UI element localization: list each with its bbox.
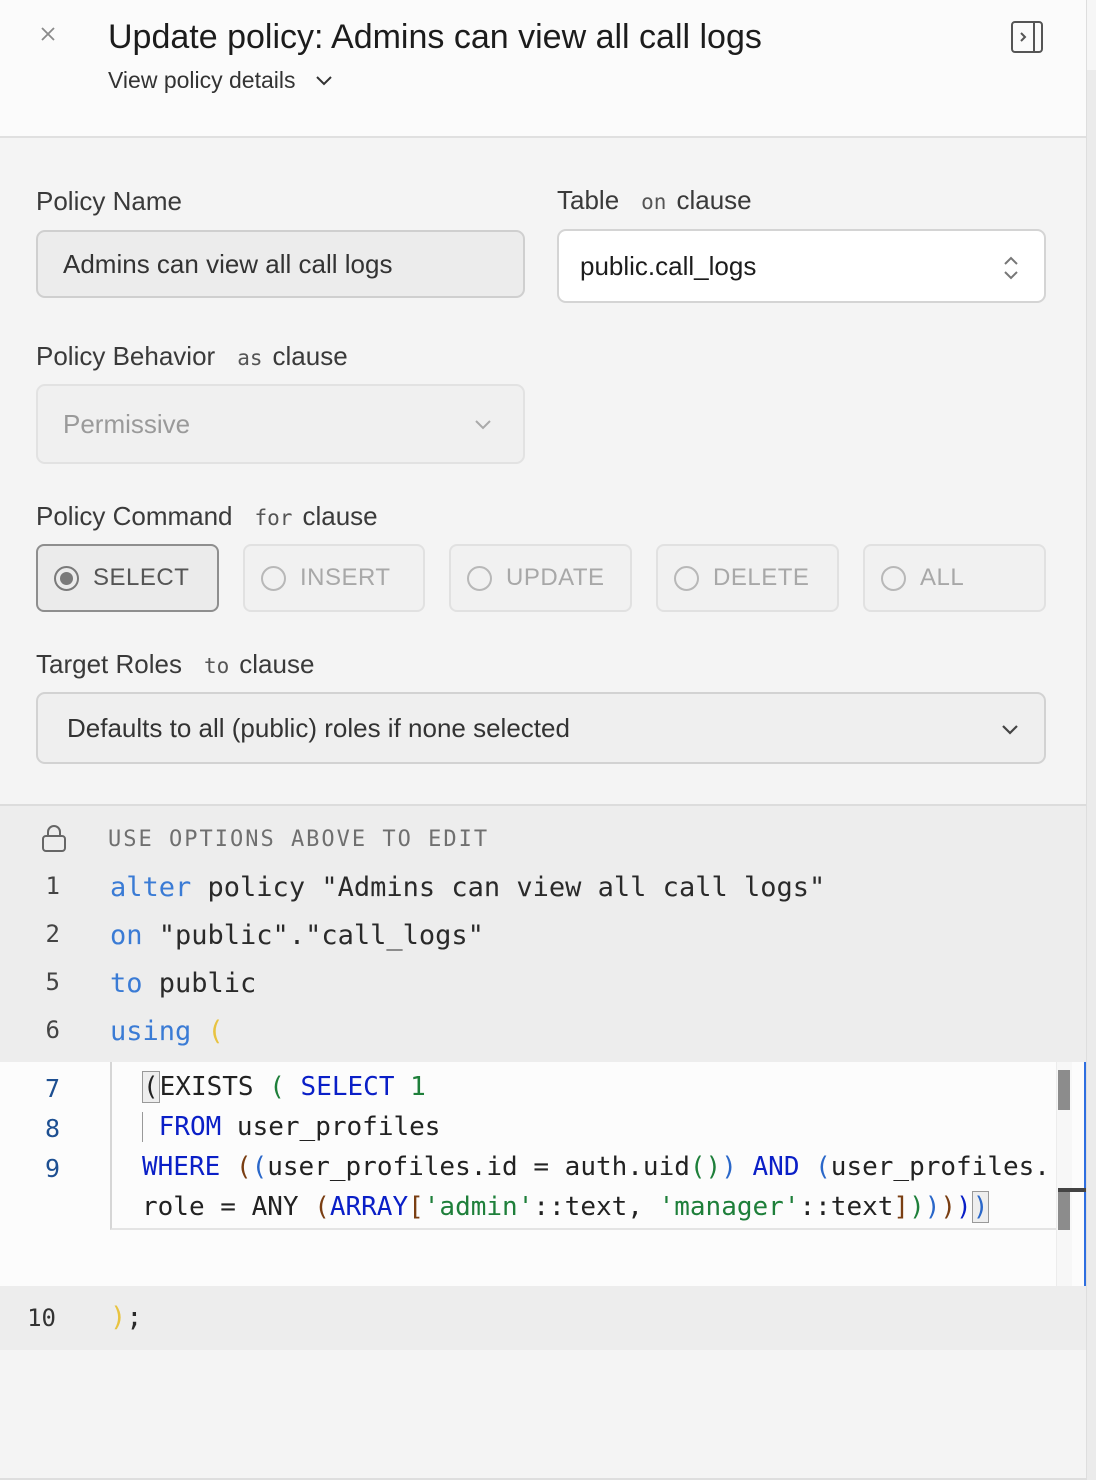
code-line: alter policy "Admins can view all call l… (110, 872, 825, 903)
chevron-down-icon (1002, 725, 1018, 735)
using-expression-editor[interactable]: 7 8 9 (EXISTS ( SELECT 1 FROM user_profi… (0, 1062, 1086, 1286)
code-text: public (142, 968, 257, 999)
command-option-label: DELETE (713, 564, 810, 591)
code-line: using ( (110, 1016, 224, 1047)
command-option-label: INSERT (300, 564, 391, 591)
policy-behavior-value: Permissive (63, 408, 191, 439)
scrollbar[interactable] (1086, 0, 1096, 1480)
panel-toggle-icon[interactable] (1010, 20, 1044, 54)
command-option-update[interactable]: UPDATE (449, 544, 632, 612)
code-text: policy "Admins can view all call logs" (191, 872, 826, 903)
locked-code-section: USE OPTIONS ABOVE TO EDIT 1 alter policy… (0, 804, 1086, 1062)
command-option-label: SELECT (93, 564, 190, 591)
behavior-keyword: as (237, 346, 263, 370)
roles-keyword: to (203, 654, 230, 678)
line-number: 6 (45, 1016, 60, 1044)
policy-behavior-label-text: Policy Behavior (36, 341, 216, 371)
code-keyword: alter (110, 872, 192, 903)
code-line: FROM user_profiles (142, 1112, 440, 1142)
policy-form: Policy Name Admins can view all call log… (0, 140, 1086, 804)
line-number: 5 (45, 968, 60, 996)
policy-name-label-text: Policy Name (36, 186, 182, 216)
editor-scrollbar[interactable] (1056, 1062, 1086, 1286)
footer-spacer (0, 1350, 1086, 1480)
line-number: 8 (44, 1114, 60, 1143)
table-label-text: Table (557, 185, 620, 215)
policy-command-label-text: Policy Command (36, 501, 233, 531)
table-label: Table on clause (557, 185, 752, 216)
line-number: 10 (27, 1304, 56, 1332)
panel-header: Update policy: Admins can view all call … (0, 0, 1086, 138)
lock-icon (42, 825, 66, 852)
table-select[interactable]: public.call_logs (557, 229, 1046, 303)
code-line: role = ANY (ARRAY['admin'::text, 'manage… (142, 1191, 990, 1223)
sql-preview: USE OPTIONS ABOVE TO EDIT 1 alter policy… (0, 804, 1086, 1480)
policy-name-input[interactable]: Admins can view all call logs (36, 230, 525, 298)
code-text: "public"."call_logs" (142, 920, 484, 951)
code-line: ); (110, 1302, 143, 1333)
code-keyword: on (110, 920, 143, 951)
command-option-insert[interactable]: INSERT (243, 544, 425, 612)
radio-icon (261, 565, 286, 591)
page-title: Update policy: Admins can view all call … (108, 18, 762, 56)
behavior-clause: clause (272, 341, 348, 371)
close-icon[interactable] (34, 20, 62, 48)
code-line: WHERE ((user_profiles.id = auth.uid()) A… (142, 1152, 1050, 1182)
policy-behavior-label: Policy Behavior as clause (36, 341, 348, 372)
target-roles-label: Target Roles to clause (36, 649, 314, 680)
command-clause: clause (302, 501, 378, 531)
command-keyword: for (254, 506, 293, 530)
line-number: 2 (45, 920, 60, 948)
code-text: ( (191, 1016, 224, 1047)
target-roles-label-text: Target Roles (36, 649, 182, 679)
line-number: 7 (44, 1074, 60, 1103)
policy-command-label: Policy Command for clause (36, 501, 378, 532)
code-line: to public (110, 968, 256, 999)
code-keyword: to (110, 968, 143, 999)
policy-name-value: Admins can view all call logs (63, 248, 393, 279)
target-roles-placeholder: Defaults to all (public) roles if none s… (67, 712, 570, 743)
view-policy-details-label: View policy details (108, 67, 296, 93)
radio-icon (467, 565, 492, 591)
view-policy-details-toggle[interactable]: View policy details (108, 67, 334, 94)
table-keyword: on (641, 190, 667, 214)
command-option-label: ALL (920, 564, 965, 591)
table-clause: clause (676, 185, 752, 215)
radio-icon (674, 565, 699, 591)
line-number: 9 (44, 1154, 60, 1183)
policy-behavior-select[interactable]: Permissive (36, 384, 525, 464)
radio-selected-icon (54, 565, 79, 591)
roles-clause: clause (239, 649, 315, 679)
code-keyword: using (110, 1016, 192, 1047)
chevron-up-down-icon (1004, 256, 1018, 280)
code-editor-content[interactable]: (EXISTS ( SELECT 1 FROM user_profiles WH… (110, 1062, 1056, 1230)
target-roles-select[interactable]: Defaults to all (public) roles if none s… (36, 692, 1046, 764)
command-option-all[interactable]: ALL (863, 544, 1046, 612)
policy-name-label: Policy Name (36, 186, 182, 217)
code-line: on "public"."call_logs" (110, 920, 484, 951)
command-option-delete[interactable]: DELETE (656, 544, 839, 612)
chevron-down-icon (315, 75, 332, 85)
command-option-select[interactable]: SELECT (36, 544, 219, 612)
locked-notice: USE OPTIONS ABOVE TO EDIT (108, 827, 490, 852)
locked-code-footer: 10 ); (0, 1286, 1086, 1350)
code-line: (EXISTS ( SELECT 1 (142, 1071, 426, 1103)
table-value: public.call_logs (580, 250, 757, 281)
radio-icon (881, 565, 906, 591)
command-option-label: UPDATE (506, 564, 605, 591)
line-number: 1 (45, 872, 60, 900)
chevron-down-icon (475, 420, 491, 430)
